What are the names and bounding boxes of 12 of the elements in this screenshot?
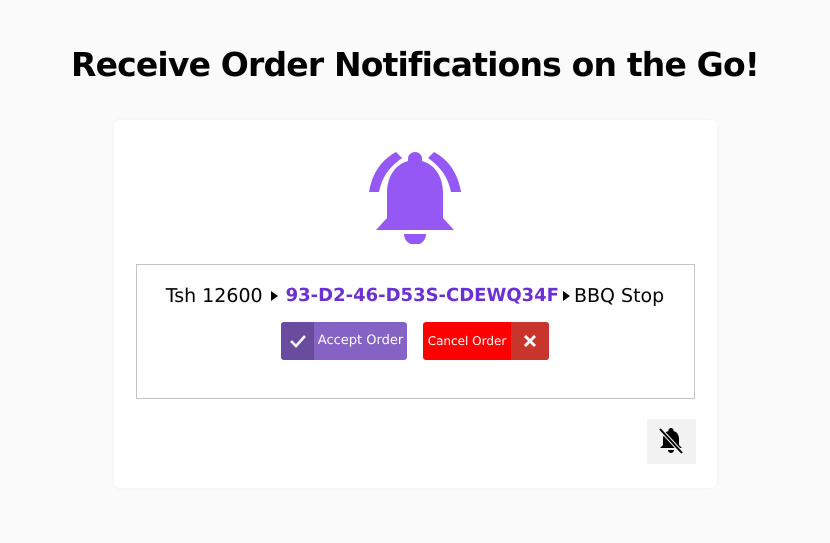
page-title: Receive Order Notifications on the Go! [70, 44, 760, 86]
caret-icon [562, 290, 570, 301]
restaurant-name: BBQ Stop [574, 284, 664, 308]
bell-off-icon [657, 426, 685, 456]
cancel-button[interactable]: Cancel Order [423, 322, 549, 360]
caret-icon [270, 290, 278, 301]
mute-notifications-button[interactable] [646, 418, 696, 464]
order-amount: Tsh 12600 [166, 284, 263, 308]
accept-button[interactable]: Accept Order [281, 322, 407, 360]
close-icon [523, 334, 537, 348]
order-id-link[interactable]: 93-D2-46-D53S-CDEWQ34F [286, 282, 559, 310]
check-icon [288, 334, 306, 348]
